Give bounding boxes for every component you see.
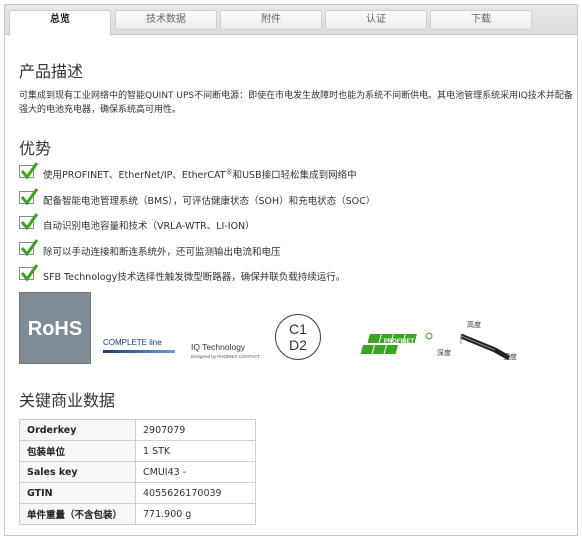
c1-label: C1: [289, 321, 307, 337]
height-label: 高度: [467, 321, 481, 329]
table-value: 1 STK: [135, 440, 256, 462]
profinet-logo: PROFINET: [360, 332, 433, 354]
table-row: 单件重量（不含包装） 771.900 g: [19, 503, 256, 525]
dimensions-icon: 高度 深度 宽度: [437, 321, 527, 366]
description-heading: 产品描述: [19, 62, 84, 81]
tab-bar: 总览 技术数据 附件 认证 下载: [5, 5, 577, 36]
width-label: 宽度: [503, 353, 517, 361]
list-item: 使用PROFINET、EtherNet/IP、EtherCAT®和USB接口轻松…: [19, 162, 575, 189]
advantage-text: SFB Technology技术选择性触发微型断路器，确保并联负载持续运行。: [43, 272, 346, 283]
table-key: 单件重量（不含包装）: [19, 503, 136, 525]
checkmark-icon: [19, 187, 39, 205]
table-value: 2907079: [135, 419, 256, 441]
table-key: Orderkey: [19, 419, 136, 441]
advantages-list: 使用PROFINET、EtherNet/IP、EtherCAT®和USB接口轻松…: [19, 162, 575, 291]
table-key: 包装单位: [19, 440, 136, 462]
table-row: GTIN 4055626170039: [19, 482, 256, 504]
complete-line-bar: [103, 350, 175, 353]
advantages-heading: 优势: [19, 139, 52, 158]
advantage-text: 配备智能电池管理系统（BMS），可评估健康状态（SOH）和充电状态（SOC）: [43, 195, 376, 207]
checkmark-icon: [19, 213, 39, 231]
advantage-text: 除可以手动连接和断连系统外，还可监测输出电流和电压: [43, 246, 281, 258]
description-text: 可集成到现有工业网络中的智能QUINT UPS不间断电源：即使在市电发生故障时也…: [19, 91, 573, 115]
d2-label: D2: [289, 337, 307, 353]
checkmark-icon: [19, 238, 39, 256]
tab-approvals[interactable]: 认证: [325, 10, 427, 30]
table-row: Orderkey 2907079: [19, 419, 256, 441]
table-key: GTIN: [19, 482, 136, 504]
complete-line-logo: COMPLETE line: [103, 338, 179, 358]
profinet-label: PROFINET: [384, 339, 415, 345]
table-value: CMUI43 -: [135, 461, 256, 483]
complete-line-label: COMPLETE line: [103, 338, 162, 347]
tab-overview[interactable]: 总览: [9, 10, 111, 36]
advantage-text: 自动识别电池容量和技术（VRLA-WTR、LI-ION）: [43, 221, 255, 232]
list-item: 自动识别电池容量和技术（VRLA-WTR、LI-ION）: [19, 213, 575, 240]
table-value: 771.900 g: [135, 503, 256, 525]
rohs-logo: RoHS: [19, 292, 91, 364]
table-key: Sales key: [19, 461, 136, 483]
list-item: 配备智能电池管理系统（BMS），可评估健康状态（SOH）和充电状态（SOC）: [19, 187, 575, 215]
tab-accessories[interactable]: 附件: [220, 10, 322, 30]
c1d2-logo: C1 D2: [275, 314, 321, 360]
commercial-data-heading: 关键商业数据: [19, 391, 116, 410]
checkmark-icon: [19, 264, 39, 282]
commercial-data-table: Orderkey 2907079 包装单位 1 STK Sales key CMUI4…: [19, 419, 256, 525]
checkmark-icon: [19, 162, 39, 180]
iq-technology-label: IQ Technology: [191, 342, 246, 352]
list-item: 除可以手动连接和断连系统外，还可监测输出电流和电压: [19, 238, 575, 266]
table-row: Sales key CMUI43 -: [19, 461, 256, 483]
table-row: 包装单位 1 STK: [19, 440, 256, 462]
tab-technical-data[interactable]: 技术数据: [115, 10, 217, 30]
depth-label: 深度: [437, 349, 451, 357]
certification-logos: RoHS COMPLETE line IQ Technology Designe…: [19, 292, 575, 364]
iq-technology-sublabel: Designed by PHOENIX CONTACT: [191, 354, 261, 359]
product-panel: 总览 技术数据 附件 认证 下载 产品描述 可集成到现有工业网络中的智能QUIN…: [4, 4, 578, 536]
table-value: 4055626170039: [135, 482, 256, 504]
advantage-text: 使用PROFINET、EtherNet/IP、EtherCAT®和USB接口轻松…: [43, 167, 357, 181]
tab-downloads[interactable]: 下载: [430, 10, 532, 30]
list-item: SFB Technology技术选择性触发微型断路器，确保并联负载持续运行。: [19, 264, 575, 291]
iq-technology-logo: IQ Technology Designed by PHOENIX CONTAC…: [191, 342, 271, 364]
